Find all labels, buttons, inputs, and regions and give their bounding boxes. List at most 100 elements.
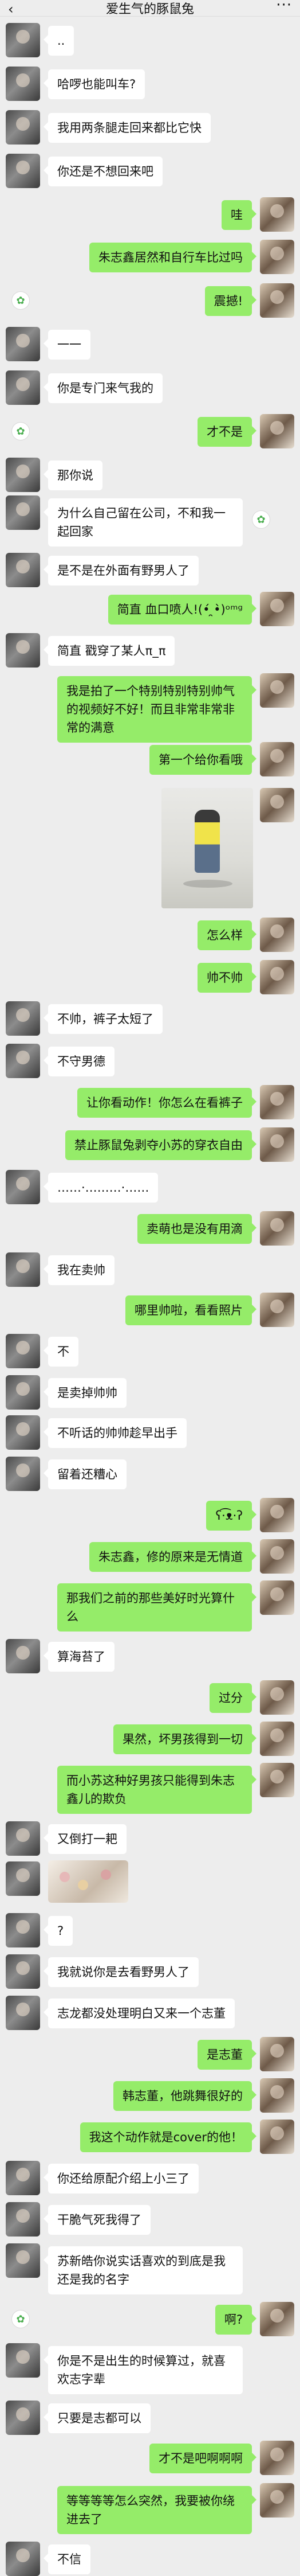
message-bubble[interactable]: 而小苏这种好男孩只能得到朱志鑫儿的欺负 (57, 1766, 256, 1814)
message-bubble[interactable]: 又倒打一耙 (44, 1824, 127, 1854)
message-bubble[interactable]: 是卖掉帅帅 (44, 1378, 127, 1408)
message-bubble[interactable]: 一一 (44, 330, 90, 360)
avatar[interactable] (6, 458, 40, 492)
avatar[interactable] (6, 1996, 40, 2030)
avatar[interactable] (260, 788, 294, 822)
message-bubble[interactable]: 朱志鑫，修的原来是无情道 (89, 1542, 256, 1572)
message-bubble[interactable]: 不 (44, 1337, 78, 1367)
avatar[interactable] (260, 960, 294, 994)
message-bubble[interactable]: 苏新皓你说实话喜欢的到底是我还是我的名字 (44, 2246, 243, 2294)
message-bubble[interactable]: 那我们之前的那些美好时光算什么 (57, 1583, 256, 1632)
avatar[interactable] (260, 1580, 294, 1615)
chat-history[interactable]: .. 哈啰也能叫车? 我用两条腿走回来都比它快 你还是不想回来吧 哇 朱志鑫居然… (0, 0, 300, 2576)
avatar[interactable] (6, 2542, 40, 2576)
avatar[interactable] (6, 1913, 40, 1947)
avatar[interactable] (260, 592, 294, 626)
avatar[interactable] (6, 633, 40, 668)
message-bubble[interactable]: 那你说 (44, 460, 102, 490)
message-bubble[interactable]: 不听话的帅帅趁早出手 (44, 1418, 187, 1448)
avatar[interactable] (260, 197, 294, 232)
avatar[interactable] (260, 2120, 294, 2154)
avatar[interactable] (6, 110, 40, 145)
avatar[interactable] (6, 2343, 40, 2378)
avatar[interactable] (6, 1252, 40, 1287)
avatar[interactable] (260, 283, 294, 318)
avatar[interactable] (6, 2401, 40, 2435)
photo-message[interactable] (161, 788, 253, 908)
message-bubble[interactable]: 禁止豚鼠兔剥夺小苏的穿衣自由 (65, 1130, 256, 1160)
message-bubble[interactable]: 我是拍了一个特别特别特别帅气的视频好不好！而且非常非常非常的满意 (57, 676, 256, 743)
message-bubble[interactable]: 哪里帅啦，看看照片 (125, 1295, 256, 1325)
message-bubble[interactable]: .. (43, 26, 74, 56)
avatar[interactable] (260, 673, 294, 708)
avatar[interactable] (260, 1211, 294, 1246)
message-bubble[interactable]: 我在卖帅 (44, 1255, 115, 1285)
message-bubble[interactable]: ? (43, 1916, 73, 1946)
message-bubble[interactable]: 简直 血口喷人!(•́ ̯•̀)ᵒᵐᵍ (108, 595, 257, 625)
message-bubble[interactable]: 简直 戳穿了某人π_π (43, 636, 175, 666)
avatar[interactable] (6, 1861, 40, 1896)
message-bubble[interactable]: 我这个动作就是cover的他！ (80, 2122, 257, 2152)
avatar[interactable] (6, 1044, 40, 1078)
message-bubble[interactable]: 是志董 (198, 2040, 256, 2070)
avatar[interactable] (260, 1763, 294, 1797)
message-bubble[interactable]: 志龙都没处理明白又来一个志董 (44, 1999, 235, 2028)
avatar[interactable] (260, 1293, 294, 1327)
message-bubble[interactable]: 卖萌也是没有用滴 (137, 1214, 256, 1244)
avatar[interactable] (6, 2161, 40, 2195)
avatar[interactable] (6, 1954, 40, 1989)
message-bubble[interactable]: 你还是不想回来吧 (44, 157, 163, 186)
avatar[interactable] (6, 2243, 40, 2278)
avatar[interactable] (6, 327, 40, 361)
message-bubble[interactable]: 韩志董，他跳舞很好的 (113, 2081, 256, 2111)
message-bubble[interactable]: 等等等等怎么突然，我要被你绕进去了 (57, 2486, 256, 2534)
message-bubble[interactable]: 震撼! (204, 286, 257, 316)
message-bubble[interactable]: ʕ·͡ᴥ·ʔ (206, 1501, 256, 1531)
message-bubble[interactable]: 不帅，裤子太短了 (44, 1004, 163, 1034)
message-bubble[interactable]: 第一个给你看哦 (149, 745, 256, 775)
avatar[interactable] (6, 370, 40, 405)
avatar[interactable] (6, 23, 40, 57)
avatar[interactable] (6, 67, 40, 101)
avatar[interactable] (260, 240, 294, 274)
message-bubble[interactable]: 你还给原配介绍上小三了 (44, 2164, 199, 2193)
message-bubble[interactable]: 算海苔了 (44, 1642, 115, 1672)
avatar[interactable] (6, 1375, 40, 1410)
avatar[interactable] (6, 553, 40, 587)
avatar[interactable] (260, 1085, 294, 1119)
avatar[interactable] (6, 1821, 40, 1856)
message-bubble[interactable]: 不信 (44, 2544, 90, 2574)
sticker-message[interactable] (48, 1860, 128, 1903)
message-bubble[interactable]: 啊? (215, 2305, 257, 2335)
message-bubble[interactable]: 朱志鑫居然和自行车比过吗 (89, 243, 256, 272)
avatar[interactable] (260, 414, 294, 448)
message-bubble[interactable]: ……·………·…… (43, 1173, 159, 1203)
message-bubble[interactable]: 哇 (222, 200, 256, 230)
translate-icon[interactable]: ✿ (11, 2310, 30, 2328)
avatar[interactable] (260, 2037, 294, 2071)
avatar[interactable] (260, 2302, 294, 2336)
message-bubble[interactable]: 才不是吧啊啊啊 (149, 2444, 256, 2473)
message-bubble[interactable]: 怎么样 (198, 920, 256, 950)
message-bubble[interactable]: 过分 (210, 1683, 256, 1713)
message-bubble[interactable]: 才不是 (198, 417, 256, 447)
message-bubble[interactable]: 留着还糟心 (44, 1459, 127, 1489)
translate-icon[interactable]: ✿ (11, 291, 30, 310)
avatar[interactable] (6, 1457, 40, 1491)
message-bubble[interactable]: 我就说你是去看野男人了 (44, 1957, 199, 1987)
avatar[interactable] (260, 1680, 294, 1715)
message-bubble[interactable]: 你是专门来气我的 (44, 373, 163, 403)
avatar[interactable] (6, 2202, 40, 2237)
avatar[interactable] (6, 1415, 40, 1450)
message-bubble[interactable]: 不守男德 (44, 1047, 115, 1076)
message-bubble[interactable]: 让你看动作！你怎么在看裤子 (77, 1088, 256, 1118)
message-bubble[interactable]: 哈啰也能叫车? (43, 69, 145, 99)
avatar[interactable] (260, 1127, 294, 1162)
message-bubble[interactable]: 只要是志都可以 (44, 2403, 151, 2433)
message-bubble[interactable]: 是不是在外面有野男人了 (44, 556, 199, 586)
avatar[interactable] (6, 1170, 40, 1204)
message-bubble[interactable]: 为什么自己留在公司，不和我一起回家 (44, 498, 243, 547)
avatar[interactable] (6, 154, 40, 188)
avatar[interactable] (260, 2483, 294, 2518)
avatar[interactable] (260, 742, 294, 776)
